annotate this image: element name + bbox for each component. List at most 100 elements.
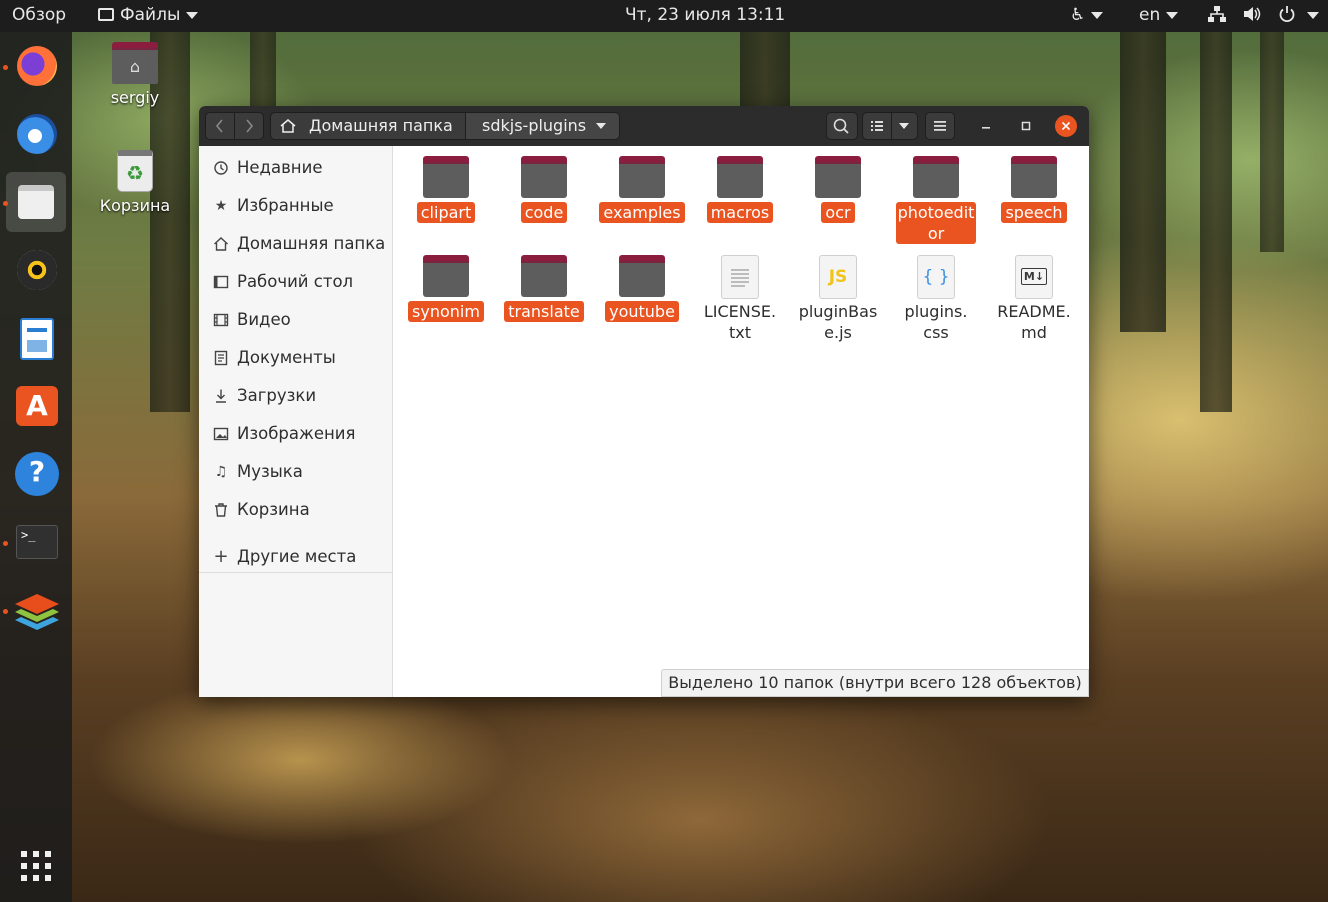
sidebar-item-desktop[interactable]: Рабочий стол xyxy=(199,263,393,301)
chevron-right-icon xyxy=(246,119,254,133)
chevron-down-icon xyxy=(1091,11,1104,19)
chevron-down-icon xyxy=(596,123,606,129)
view-options-button[interactable] xyxy=(891,112,918,140)
item-label-line: README. xyxy=(997,302,1071,321)
folder-icon xyxy=(423,255,469,297)
star-icon: ★ xyxy=(214,198,228,214)
dock-ubuntu-software[interactable]: A xyxy=(6,376,66,436)
places-sidebar: Недавние ★ Избранные Домашняя папка Рабо… xyxy=(199,146,393,697)
dock: A ? >_ xyxy=(0,32,72,902)
show-applications-button[interactable] xyxy=(20,850,52,882)
home-icon xyxy=(280,119,296,133)
thunderbird-icon xyxy=(17,114,57,154)
desktop-icon-trash[interactable]: ♻ Корзина xyxy=(98,150,172,215)
home-icon xyxy=(214,237,228,251)
clock[interactable]: Чт, 23 июля 13:11 xyxy=(625,5,785,25)
running-indicator xyxy=(3,609,8,614)
folder-icon xyxy=(815,156,861,198)
search-icon xyxy=(833,118,849,134)
dock-firefox[interactable] xyxy=(3,36,66,96)
folder-icon xyxy=(423,156,469,198)
folder-icon xyxy=(98,8,114,21)
minimize-button[interactable] xyxy=(975,115,997,137)
home-folder-icon: ⌂ xyxy=(112,42,158,84)
trash-icon xyxy=(215,503,227,517)
back-button[interactable] xyxy=(205,112,235,140)
path-segment-label: Домашняя папка xyxy=(309,116,453,135)
keyboard-layout-menu[interactable]: en xyxy=(1139,5,1179,25)
activities-button[interactable]: Обзор xyxy=(12,5,66,25)
sidebar-item-label: Домашняя папка xyxy=(237,234,386,253)
dock-onlyoffice[interactable] xyxy=(3,580,66,640)
image-icon xyxy=(213,427,229,441)
accessibility-menu[interactable]: ♿ xyxy=(1070,5,1104,25)
rhythmbox-icon xyxy=(17,250,57,290)
terminal-icon: >_ xyxy=(16,525,58,559)
chevron-down-icon xyxy=(899,123,909,129)
sidebar-item-trash[interactable]: Корзина xyxy=(199,491,393,529)
selection-status: Выделено 10 папок (внутри всего 128 объе… xyxy=(661,669,1089,697)
markdown-file-icon: M↓ xyxy=(1015,255,1053,299)
main-menu-button[interactable] xyxy=(925,112,955,140)
sidebar-item-label: Рабочий стол xyxy=(237,272,354,291)
sidebar-item-label: Изображения xyxy=(237,424,356,443)
item-label-line: LICENSE. xyxy=(703,302,777,321)
power-icon xyxy=(1279,6,1295,23)
onlyoffice-icon xyxy=(15,594,59,630)
sidebar-item-downloads[interactable]: Загрузки xyxy=(199,377,393,415)
item-label: synonim xyxy=(408,301,484,322)
dock-thunderbird[interactable] xyxy=(6,104,66,164)
path-segment-current[interactable]: sdkjs-plugins xyxy=(465,112,620,140)
item-label: youtube xyxy=(605,301,679,322)
text-file-icon xyxy=(721,255,759,299)
dock-terminal[interactable]: >_ xyxy=(3,512,66,572)
search-button[interactable] xyxy=(826,112,858,140)
item-label: clipart xyxy=(416,202,476,223)
item-label-line: pluginBas xyxy=(798,302,878,321)
dock-libreoffice-writer[interactable] xyxy=(6,308,66,368)
app-menu-label: Файлы xyxy=(120,5,181,25)
close-button[interactable] xyxy=(1055,115,1077,137)
sidebar-item-starred[interactable]: ★ Избранные xyxy=(199,187,393,225)
sidebar-item-home[interactable]: Домашняя папка xyxy=(199,225,393,263)
dock-help[interactable]: ? xyxy=(6,444,66,504)
css-file-icon: { } xyxy=(917,255,955,299)
desktop-icon-label: sergiy xyxy=(110,88,160,107)
item-label-line: e.js xyxy=(824,323,852,342)
sidebar-item-label: Загрузки xyxy=(237,386,317,405)
desktop-icon-home[interactable]: ⌂ sergiy xyxy=(105,42,165,107)
close-icon xyxy=(1061,121,1071,131)
sidebar-item-recent[interactable]: Недавние xyxy=(199,149,393,187)
folder-icon xyxy=(717,156,763,198)
sidebar-item-label: Корзина xyxy=(237,500,310,519)
network-icon xyxy=(1208,6,1226,22)
accessibility-icon: ♿ xyxy=(1070,5,1086,25)
view-list-button[interactable] xyxy=(862,112,892,140)
sidebar-item-music[interactable]: ♫ Музыка xyxy=(199,453,393,491)
folder-icon xyxy=(521,156,567,198)
chevron-down-icon xyxy=(186,11,199,19)
sidebar-item-pictures[interactable]: Изображения xyxy=(199,415,393,453)
volume-icon xyxy=(1244,7,1261,21)
item-label: speech xyxy=(1001,202,1067,223)
sidebar-item-label: Другие места xyxy=(237,547,357,566)
plus-icon: + xyxy=(213,546,229,567)
desktop-icon xyxy=(213,275,229,289)
maximize-button[interactable] xyxy=(1015,115,1037,137)
chevron-down-icon xyxy=(1307,11,1320,19)
dock-files[interactable] xyxy=(3,172,66,232)
app-menu[interactable]: Файлы xyxy=(98,5,199,25)
software-store-icon: A xyxy=(16,386,58,426)
javascript-file-icon: JS xyxy=(819,255,857,299)
sidebar-item-label: Документы xyxy=(237,348,336,367)
item-label-line: plugins. xyxy=(904,302,968,321)
folder-icon xyxy=(1011,156,1057,198)
forward-button[interactable] xyxy=(234,112,264,140)
path-segment-home[interactable]: Домашняя папка xyxy=(270,112,466,140)
sidebar-item-documents[interactable]: Документы xyxy=(199,339,393,377)
sidebar-item-other-locations[interactable]: + Другие места xyxy=(199,538,393,576)
dock-rhythmbox[interactable] xyxy=(6,240,66,300)
system-menu[interactable] xyxy=(1207,5,1320,25)
sidebar-item-videos[interactable]: Видео xyxy=(199,301,393,339)
file-grid: clipart code examples macros ocr photoed… xyxy=(394,146,1089,697)
